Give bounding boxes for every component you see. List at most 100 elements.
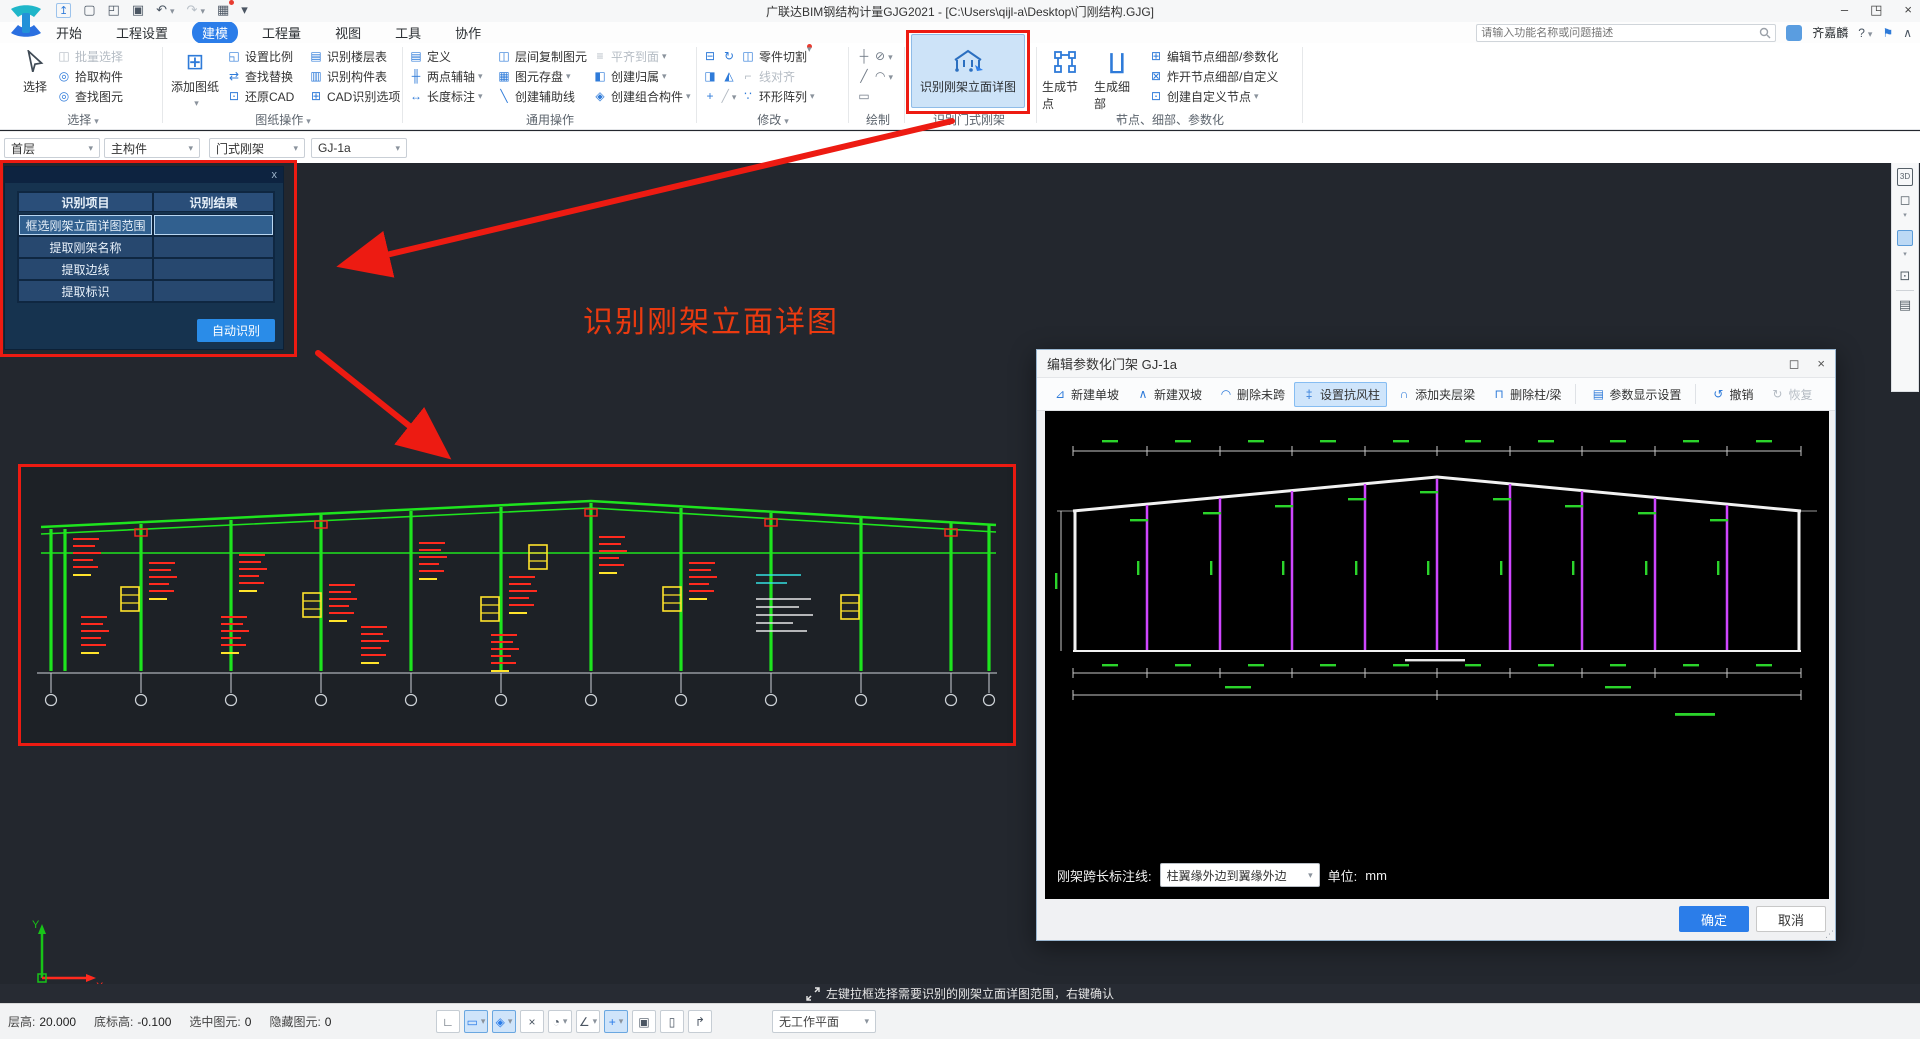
object-snap-icon[interactable]: ▣ [632, 1010, 656, 1033]
undo-icon[interactable]: ↶ [156, 2, 174, 18]
explode-node-detail-button[interactable]: ⊠炸开节点细部/自定义 [1148, 66, 1278, 86]
find-element-button[interactable]: ◎查找图元 [56, 86, 123, 106]
rect-select-mode-icon[interactable]: ▭ [464, 1010, 488, 1033]
group-label-modify[interactable]: 修改 [702, 111, 844, 127]
view-3d-icon[interactable]: 3D [1897, 168, 1913, 186]
function-search[interactable] [1476, 24, 1776, 42]
corner-snap-icon[interactable]: ↱ [688, 1010, 712, 1033]
member-type-dropdown[interactable]: 主构件 [104, 138, 200, 158]
align-to-face-button[interactable]: ≡平齐到面 [592, 46, 691, 66]
group-label-drawing-ops[interactable]: 图纸操作 [168, 111, 398, 127]
generate-nodes-button[interactable]: 生成节点 [1042, 46, 1088, 112]
find-replace-button[interactable]: ⇄查找替换 [226, 66, 294, 86]
table-row-extract-edge[interactable]: 提取边线 [18, 258, 274, 280]
tab-view[interactable]: 视图 [325, 21, 371, 44]
tab-quantity[interactable]: 工程量 [252, 21, 311, 44]
dialog-restore-icon[interactable]: ◻ [1789, 356, 1800, 372]
user-name[interactable]: 齐嘉麟 [1812, 24, 1848, 41]
wireframe-cube-icon[interactable]: ◻ [1900, 193, 1911, 207]
new-file-icon[interactable]: ▢ [83, 2, 95, 18]
restore-cad-button[interactable]: ⊡还原CAD [226, 86, 294, 106]
ok-button[interactable]: 确定 [1679, 906, 1749, 932]
span-dimension-dropdown[interactable]: 柱翼缘外边到翼缘外边 [1160, 863, 1320, 887]
identify-portal-frame-elevation-button[interactable]: 识别刚架立面详图 [911, 34, 1025, 108]
cancel-button[interactable]: 取消 [1756, 906, 1826, 932]
restore-button[interactable]: ◳ [1870, 2, 1882, 18]
display-settings-icon[interactable]: ▤ [1899, 298, 1911, 312]
rotation-snap-icon[interactable]: ◔ [548, 1010, 572, 1033]
create-ownership-button[interactable]: ◧创建归属 [592, 66, 691, 86]
part-cut-button[interactable]: ◫零件切割 [740, 46, 807, 66]
trim-icon[interactable]: ╱ [721, 89, 737, 103]
delete-column-beam-button[interactable]: ⊓删除柱/梁 [1484, 382, 1568, 407]
draw-point-icon[interactable]: ┼ [856, 49, 872, 63]
new-double-slope-button[interactable]: ∧新建双坡 [1128, 382, 1209, 407]
create-aux-line-button[interactable]: ╲创建辅助线 [496, 86, 587, 106]
tab-start[interactable]: 开始 [46, 21, 92, 44]
identify-floor-table-button[interactable]: ▤识别楼层表 [308, 46, 400, 66]
copy-icon[interactable]: ◨ [702, 69, 718, 83]
angle-snap-icon[interactable]: ∠ [576, 1010, 600, 1033]
element-category-dropdown[interactable]: 门式刚架 [209, 138, 305, 158]
move-icon[interactable]: + [702, 89, 718, 103]
dialog-undo-button[interactable]: ↺撤销 [1703, 382, 1760, 407]
set-wind-column-button[interactable]: ‡设置抗风柱 [1294, 382, 1387, 407]
rotate-icon[interactable]: ↻ [721, 49, 737, 63]
tab-modeling[interactable]: 建模 [192, 21, 238, 44]
more-commands-icon[interactable]: ▾ [241, 2, 248, 18]
pick-member-button[interactable]: ◎拾取构件 [56, 66, 123, 86]
user-avatar[interactable] [1786, 25, 1802, 41]
element-name-dropdown[interactable]: GJ-1a [311, 138, 407, 158]
save-icon[interactable]: ▣ [132, 2, 144, 18]
view-table-icon[interactable]: ▦ [217, 2, 229, 18]
dialog-close-icon[interactable]: × [1817, 356, 1825, 371]
collapse-ribbon-icon[interactable]: ∧ [1903, 26, 1912, 40]
redo-icon[interactable]: ↷ [187, 2, 205, 18]
table-row-extract-mark[interactable]: 提取标识 [18, 280, 274, 302]
ortho-toggle-icon[interactable]: ∟ [436, 1010, 460, 1033]
circular-array-button[interactable]: ∵环形阵列 [740, 86, 815, 106]
cad-identify-options-button[interactable]: ⊞CAD识别选项 [308, 86, 400, 106]
feedback-flag-icon[interactable]: ⚑ [1882, 26, 1893, 40]
tab-tools[interactable]: 工具 [385, 21, 431, 44]
table-row-select-range[interactable]: 框选刚架立面详图范围 [18, 214, 274, 236]
select-button[interactable]: 选择 [8, 46, 62, 95]
tab-project-settings[interactable]: 工程设置 [106, 21, 178, 44]
workplane-dropdown[interactable]: 无工作平面 [772, 1010, 876, 1033]
mirror-icon[interactable]: ◭ [721, 69, 737, 83]
delete-end-span-button[interactable]: ◠删除未跨 [1211, 382, 1292, 407]
copy-between-floors-button[interactable]: ◫层间复制图元 [496, 46, 587, 66]
define-button[interactable]: ▤定义 [408, 46, 483, 66]
create-combo-member-button[interactable]: ◈创建组合构件 [592, 86, 691, 106]
shaded-cube-icon[interactable] [1897, 230, 1913, 246]
new-single-slope-button[interactable]: ⊿新建单坡 [1045, 382, 1126, 407]
identify-member-table-button[interactable]: ▥识别构件表 [308, 66, 400, 86]
line-align-button[interactable]: ⌐线对齐 [740, 66, 795, 86]
batch-select-button[interactable]: ◫批量选择 [56, 46, 123, 66]
table-row-extract-name[interactable]: 提取刚架名称 [18, 236, 274, 258]
save-element-button[interactable]: ▦图元存盘 [496, 66, 587, 86]
parameter-display-settings-button[interactable]: ▤参数显示设置 [1583, 382, 1688, 407]
zoom-fit-icon[interactable]: ⊡ [1900, 269, 1911, 283]
draw-line-icon[interactable]: ╱ [856, 69, 872, 83]
open-file-icon[interactable]: ◰ [108, 2, 120, 18]
resize-grip[interactable]: ⋰ [1825, 929, 1834, 940]
view-mode-cube-icon[interactable]: ◈ [492, 1010, 516, 1033]
panel-close-icon[interactable]: x [272, 170, 278, 181]
help-icon[interactable]: ? [1858, 26, 1872, 40]
two-point-aux-axis-button[interactable]: ╫两点辅轴 [408, 66, 483, 86]
delete-icon[interactable]: ⊟ [702, 49, 718, 63]
add-drawing-button[interactable]: ⊞ 添加图纸 [168, 46, 222, 109]
app-logo-icon[interactable] [6, 3, 46, 43]
edit-node-detail-button[interactable]: ⊞编辑节点细部/参数化 [1148, 46, 1278, 66]
draw-circle-icon[interactable]: ⊘ [875, 49, 891, 63]
floor-dropdown[interactable]: 首层 [4, 138, 100, 158]
create-custom-node-button[interactable]: ⊡创建自定义节点 [1148, 86, 1278, 106]
minimize-button[interactable]: – [1841, 2, 1848, 18]
length-dimension-button[interactable]: ↔长度标注 [408, 86, 483, 106]
cross-select-icon[interactable]: × [520, 1010, 544, 1033]
set-scale-button[interactable]: ◱设置比例 [226, 46, 294, 66]
parallel-snap-icon[interactable]: ▯ [660, 1010, 684, 1033]
search-input[interactable] [1481, 27, 1759, 39]
close-button[interactable]: × [1904, 2, 1912, 18]
